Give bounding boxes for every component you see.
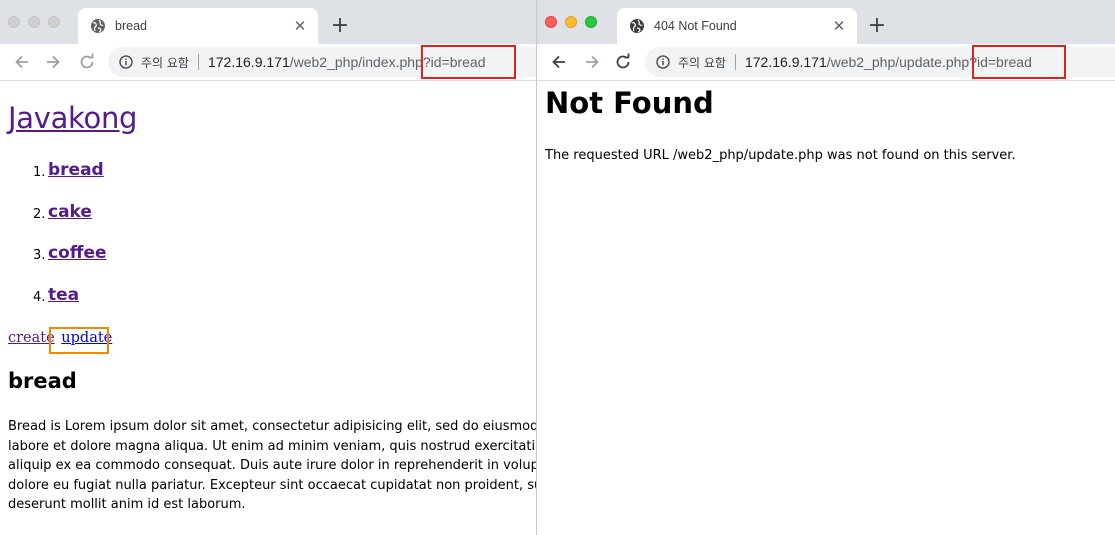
url-text[interactable]: 172.16.9.171/web2_php/index.php?id=bread [208,54,486,70]
list-number: 4. [33,289,46,305]
new-tab-button[interactable]: + [866,15,888,37]
topic-link-cake[interactable]: cake [48,202,92,222]
address-divider [197,54,199,70]
zoom-window-button[interactable] [48,16,60,28]
reload-button[interactable] [77,52,97,72]
new-tab-button[interactable]: + [329,15,351,37]
page-content: Not Found The requested URL /web2_php/up… [537,82,1115,535]
site-title: Javakong [8,101,137,135]
close-window-button[interactable] [8,16,20,28]
right-browser-window: 404 Not Found ✕ + 주의 요함 172.16.9.171/web… [536,0,1115,535]
site-title-link[interactable]: Javakong [8,101,137,135]
globe-icon [630,19,644,33]
arrow-right-icon [47,55,60,69]
forward-button[interactable] [582,52,602,72]
close-tab-icon[interactable]: ✕ [290,16,310,36]
article-title: bread [8,369,77,393]
tab-title: bread [115,19,147,33]
topic-list: 1. bread 2. cake 3. coffee 4. tea [8,160,107,326]
list-number: 2. [33,206,46,222]
reload-icon [80,53,94,69]
list-item: 4. tea [8,285,107,327]
tab-title: 404 Not Found [654,19,737,33]
reload-icon [616,53,630,69]
update-link[interactable]: update [61,330,112,346]
action-links: create update [8,330,112,346]
list-item: 2. cake [8,202,107,244]
reload-button[interactable] [613,52,633,72]
info-icon[interactable] [119,55,133,69]
back-button[interactable] [549,52,569,72]
tab-bread[interactable]: bread ✕ [78,8,318,44]
left-browser-window: bread ✕ + 주의 요함 172.16.9.171/web2_php/in… [0,0,536,535]
url-host: 172.16.9.171 [744,54,827,70]
topic-link-coffee[interactable]: coffee [48,243,107,263]
back-button[interactable] [12,52,32,72]
list-number: 3. [33,248,46,263]
url-path: /web2_php/update.php?id=bread [826,54,1032,70]
page-content: Javakong 1. bread 2. cake 3. coffee 4. tea c… [0,82,536,535]
close-window-button[interactable] [545,16,557,28]
close-tab-icon[interactable]: ✕ [829,16,849,36]
address-divider [734,54,736,70]
security-warning-label: 주의 요함 [141,55,189,70]
list-item: 3. coffee [8,243,107,285]
url-text[interactable]: 172.16.9.171/web2_php/update.php?id=brea… [745,54,1032,70]
error-message: The requested URL /web2_php/update.php w… [545,148,1016,163]
list-item: 1. bread [8,160,107,202]
forward-button[interactable] [43,52,63,72]
address-bar[interactable]: 주의 요함 172.16.9.171/web2_php/update.php?i… [645,47,1115,77]
toolbar: 주의 요함 172.16.9.171/web2_php/update.php?i… [537,44,1115,81]
topic-link-tea[interactable]: tea [48,285,79,305]
minimize-window-button[interactable] [565,16,577,28]
arrow-right-icon [586,55,599,69]
title-bar: 404 Not Found ✕ + [537,0,1115,44]
security-warning-label: 주의 요함 [678,55,726,70]
address-bar[interactable]: 주의 요함 172.16.9.171/web2_php/index.php?id… [108,47,536,77]
globe-icon [91,19,105,33]
topic-link-bread[interactable]: bread [48,160,104,180]
title-bar: bread ✕ + [0,0,536,44]
tab-404-not-found[interactable]: 404 Not Found ✕ [617,8,857,44]
url-path: /web2_php/index.php?id=bread [289,54,486,70]
list-number: 1. [33,165,46,180]
arrow-left-icon [15,55,28,69]
arrow-left-icon [552,55,565,69]
zoom-window-button[interactable] [585,16,597,28]
create-link[interactable]: create [8,330,55,346]
article-body: Bread is Lorem ipsum dolor sit amet, con… [8,419,536,512]
error-heading: Not Found [545,86,714,120]
toolbar: 주의 요함 172.16.9.171/web2_php/index.php?id… [0,44,536,81]
minimize-window-button[interactable] [28,16,40,28]
info-icon[interactable] [656,55,670,69]
url-host: 172.16.9.171 [207,54,290,70]
